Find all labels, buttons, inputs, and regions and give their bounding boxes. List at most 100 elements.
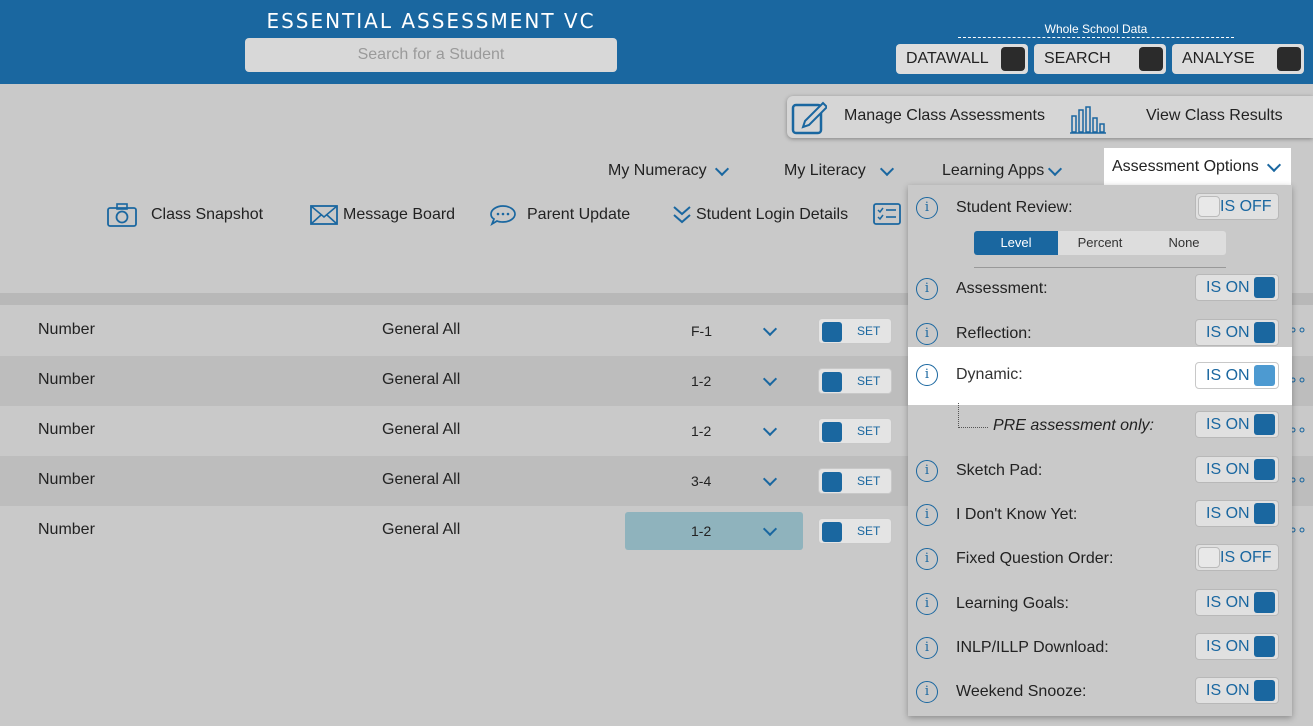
toggle-state: IS ON	[1206, 416, 1250, 433]
sketch-pad-toggle[interactable]: IS ON	[1195, 456, 1279, 483]
option-label: PRE assessment only:	[993, 417, 1154, 434]
strand-cell: Number	[38, 321, 95, 338]
set-toggle[interactable]: SET	[818, 368, 892, 394]
segment-percent[interactable]: Percent	[1058, 231, 1142, 255]
year-level-select[interactable]: 1-2	[625, 412, 803, 450]
year-level-select[interactable]: F-1	[625, 312, 803, 350]
toggle-knob	[1254, 680, 1275, 701]
nav-my-numeracy[interactable]: My Numeracy	[608, 158, 729, 184]
set-toggle-label: SET	[857, 474, 881, 488]
chevron-down-icon	[762, 471, 778, 489]
view-class-results-link[interactable]: View Class Results	[1146, 107, 1283, 125]
info-icon[interactable]: i	[916, 364, 938, 386]
student-login-details-button[interactable]: Student Login Details	[672, 203, 848, 227]
segment-none[interactable]: None	[1142, 231, 1226, 255]
option-label: Dynamic:	[956, 366, 1023, 383]
strand-cell: Number	[38, 471, 95, 488]
option-label: I Don't Know Yet:	[956, 506, 1078, 523]
info-icon[interactable]: i	[916, 637, 938, 659]
weekend-snooze-toggle[interactable]: IS ON	[1195, 677, 1279, 704]
chevron-down-icon	[762, 421, 778, 439]
year-level-value: 3-4	[691, 473, 712, 489]
set-toggle[interactable]: SET	[818, 468, 892, 494]
review-mode-segmented-control: Level Percent None	[974, 231, 1226, 255]
info-icon[interactable]: i	[916, 548, 938, 570]
set-toggle-knob	[822, 522, 842, 542]
info-icon[interactable]: i	[916, 278, 938, 300]
info-icon[interactable]: i	[916, 681, 938, 703]
set-toggle[interactable]: SET	[818, 418, 892, 444]
option-weekend-snooze: i Weekend Snooze: IS ON	[908, 673, 1292, 717]
nav-learning-apps[interactable]: Learning Apps	[942, 158, 1063, 184]
set-toggle-knob	[822, 322, 842, 342]
nav-my-literacy[interactable]: My Literacy	[784, 158, 894, 184]
learning-goals-toggle[interactable]: IS ON	[1195, 589, 1279, 616]
chevron-down-icon	[1048, 161, 1063, 176]
option-label: Learning Goals:	[956, 595, 1069, 612]
pre-assessment-only-toggle[interactable]: IS ON	[1195, 411, 1279, 438]
chevron-down-icon	[762, 371, 778, 389]
toggle-state: IS ON	[1206, 279, 1250, 296]
chevron-down-icon	[879, 161, 894, 176]
message-board-label: Message Board	[343, 206, 456, 223]
i-dont-know-yet-toggle[interactable]: IS ON	[1195, 500, 1279, 527]
info-icon[interactable]: i	[916, 323, 938, 345]
set-toggle-knob	[822, 372, 842, 392]
strand-cell: Number	[38, 421, 95, 438]
parent-update-label: Parent Update	[527, 206, 631, 223]
set-toggle-knob	[822, 422, 842, 442]
toggle-state: IS ON	[1206, 505, 1250, 522]
option-i-dont-know-yet: i I Don't Know Yet: IS ON	[908, 496, 1292, 540]
chevron-down-icon	[762, 521, 778, 539]
student-review-toggle[interactable]: IS OFF	[1195, 193, 1279, 220]
option-sketch-pad: i Sketch Pad: IS ON	[908, 452, 1292, 496]
analyse-knob	[1277, 47, 1301, 71]
nav-learning-apps-label: Learning Apps	[942, 162, 1045, 179]
toggle-knob	[1254, 503, 1275, 524]
option-label: INLP/ILLP Download:	[956, 639, 1109, 656]
class-snapshot-button[interactable]: Class Snapshot	[107, 203, 263, 227]
manage-class-assessments-link[interactable]: Manage Class Assessments	[844, 107, 1045, 125]
option-assessment: i Assessment: IS ON	[908, 270, 1292, 314]
info-icon[interactable]: i	[916, 593, 938, 615]
info-icon[interactable]: i	[916, 460, 938, 482]
info-icon[interactable]: i	[916, 504, 938, 526]
info-icon[interactable]: i	[916, 197, 938, 219]
app-title: ESSENTIAL ASSESSMENT VC	[266, 9, 596, 33]
nav-assessment-options[interactable]: Assessment Options	[1104, 148, 1291, 186]
set-toggle[interactable]: SET	[818, 318, 892, 344]
set-toggle-label: SET	[857, 524, 881, 538]
inlp-illp-download-toggle[interactable]: IS ON	[1195, 633, 1279, 660]
year-level-select[interactable]: 3-4	[625, 462, 803, 500]
option-label: Fixed Question Order:	[956, 550, 1114, 567]
parent-update-button[interactable]: Parent Update	[489, 203, 630, 227]
edit-icon[interactable]	[791, 99, 827, 135]
year-level-select[interactable]: 1-2	[625, 512, 803, 550]
toggle-knob	[1198, 547, 1220, 568]
option-dynamic: i Dynamic: IS ON	[908, 347, 1292, 405]
toggle-knob	[1254, 636, 1275, 657]
option-label: Student Review:	[956, 199, 1073, 216]
chevron-down-icon	[1266, 157, 1281, 172]
reflection-toggle[interactable]: IS ON	[1195, 319, 1279, 346]
assessment-type-cell: General All	[382, 471, 461, 488]
message-board-button[interactable]: Message Board	[310, 203, 455, 227]
checklist-icon[interactable]	[873, 203, 903, 227]
assessment-type-cell: General All	[382, 521, 461, 538]
analyse-toggle[interactable]: ANALYSE	[1172, 44, 1304, 74]
bar-chart-icon[interactable]	[1070, 106, 1106, 134]
nav-my-literacy-label: My Literacy	[784, 162, 866, 179]
dynamic-toggle[interactable]: IS ON	[1195, 362, 1279, 389]
student-search-input[interactable]	[245, 38, 617, 72]
assessment-type-cell: General All	[382, 421, 461, 438]
set-toggle[interactable]: SET	[818, 518, 892, 544]
assessment-toggle[interactable]: IS ON	[1195, 274, 1279, 301]
option-label: Reflection:	[956, 325, 1032, 342]
year-level-select[interactable]: 1-2	[625, 362, 803, 400]
search-toggle[interactable]: SEARCH	[1034, 44, 1166, 74]
camera-icon	[107, 203, 137, 227]
class-management-bar: Manage Class Assessments View Class Resu…	[787, 96, 1313, 138]
datawall-toggle[interactable]: DATAWALL	[896, 44, 1028, 74]
segment-level[interactable]: Level	[974, 231, 1058, 255]
fixed-question-order-toggle[interactable]: IS OFF	[1195, 544, 1279, 571]
